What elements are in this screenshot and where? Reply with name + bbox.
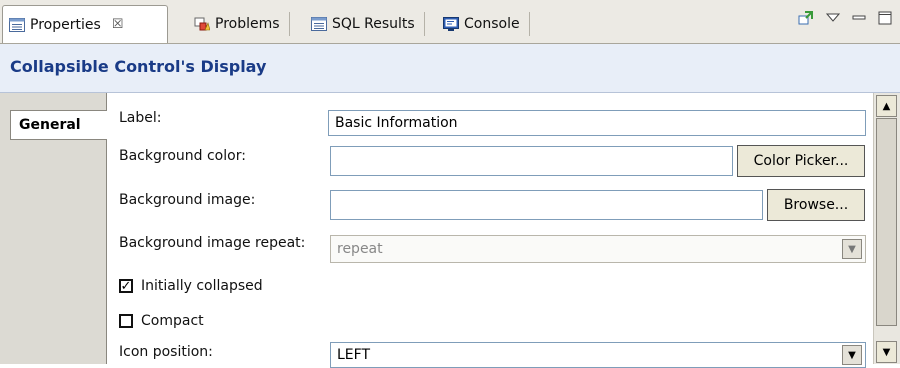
initially-collapsed-label: Initially collapsed [141,278,263,294]
tab-general[interactable]: General [10,110,107,140]
console-icon [443,17,459,31]
tab-separator [528,12,530,36]
background-color-label: Background color: [119,148,246,164]
chevron-down-icon[interactable]: ▼ [842,239,862,259]
problems-icon [194,17,210,31]
checkbox-checked-icon: ✓ [119,278,133,294]
tab-sql-results[interactable]: SQL Results [305,6,431,42]
tab-problems-label: Problems [215,16,280,32]
close-icon[interactable]: ☒ [112,17,124,32]
scroll-up-icon[interactable]: ▲ [876,95,897,117]
scroll-down-icon[interactable]: ▼ [876,341,897,363]
background-image-repeat-value: repeat [337,241,383,257]
maximize-icon[interactable] [878,11,892,25]
tab-separator [423,12,425,36]
pin-icon[interactable] [798,10,814,26]
initially-collapsed-checkbox[interactable]: ✓ Initially collapsed [119,278,263,294]
checkbox-unchecked-icon [119,314,133,328]
tab-console-label: Console [464,16,520,32]
color-picker-button-label: Color Picker... [753,153,849,169]
browse-button-label: Browse... [783,197,849,213]
label-input-value: Basic Information [335,115,458,131]
color-picker-button[interactable]: Color Picker... [737,145,865,177]
icon-position-label: Icon position: [119,344,213,360]
icon-position-select[interactable]: LEFT [330,342,866,368]
chevron-down-icon[interactable]: ▼ [842,345,862,365]
browse-button[interactable]: Browse... [767,189,865,221]
minimize-icon[interactable] [852,12,866,24]
label-input[interactable]: Basic Information [328,110,866,136]
icon-position-value: LEFT [337,347,371,363]
background-image-label: Background image: [119,192,256,208]
compact-label: Compact [141,313,204,329]
background-image-input[interactable] [330,190,763,220]
tab-console[interactable]: Console [437,6,536,42]
sql-results-icon [311,17,327,31]
tab-general-label: General [19,117,81,133]
properties-icon [9,17,25,32]
background-image-repeat-select[interactable]: repeat [330,235,866,263]
background-image-repeat-label: Background image repeat: [119,235,306,251]
label-field-label: Label: [119,110,162,126]
tab-separator [288,12,290,36]
compact-checkbox[interactable]: Compact [119,313,204,329]
scrollbar-thumb[interactable] [876,118,897,326]
view-actions [798,10,892,26]
page-title: Collapsible Control's Display [10,57,267,76]
tab-sql-results-label: SQL Results [332,16,415,32]
view-menu-icon[interactable] [826,12,840,24]
background-color-input[interactable] [330,146,733,176]
tab-problems[interactable]: Problems [188,6,296,42]
tab-properties[interactable]: Properties ☒ [2,5,168,43]
tab-properties-label: Properties [30,16,101,33]
